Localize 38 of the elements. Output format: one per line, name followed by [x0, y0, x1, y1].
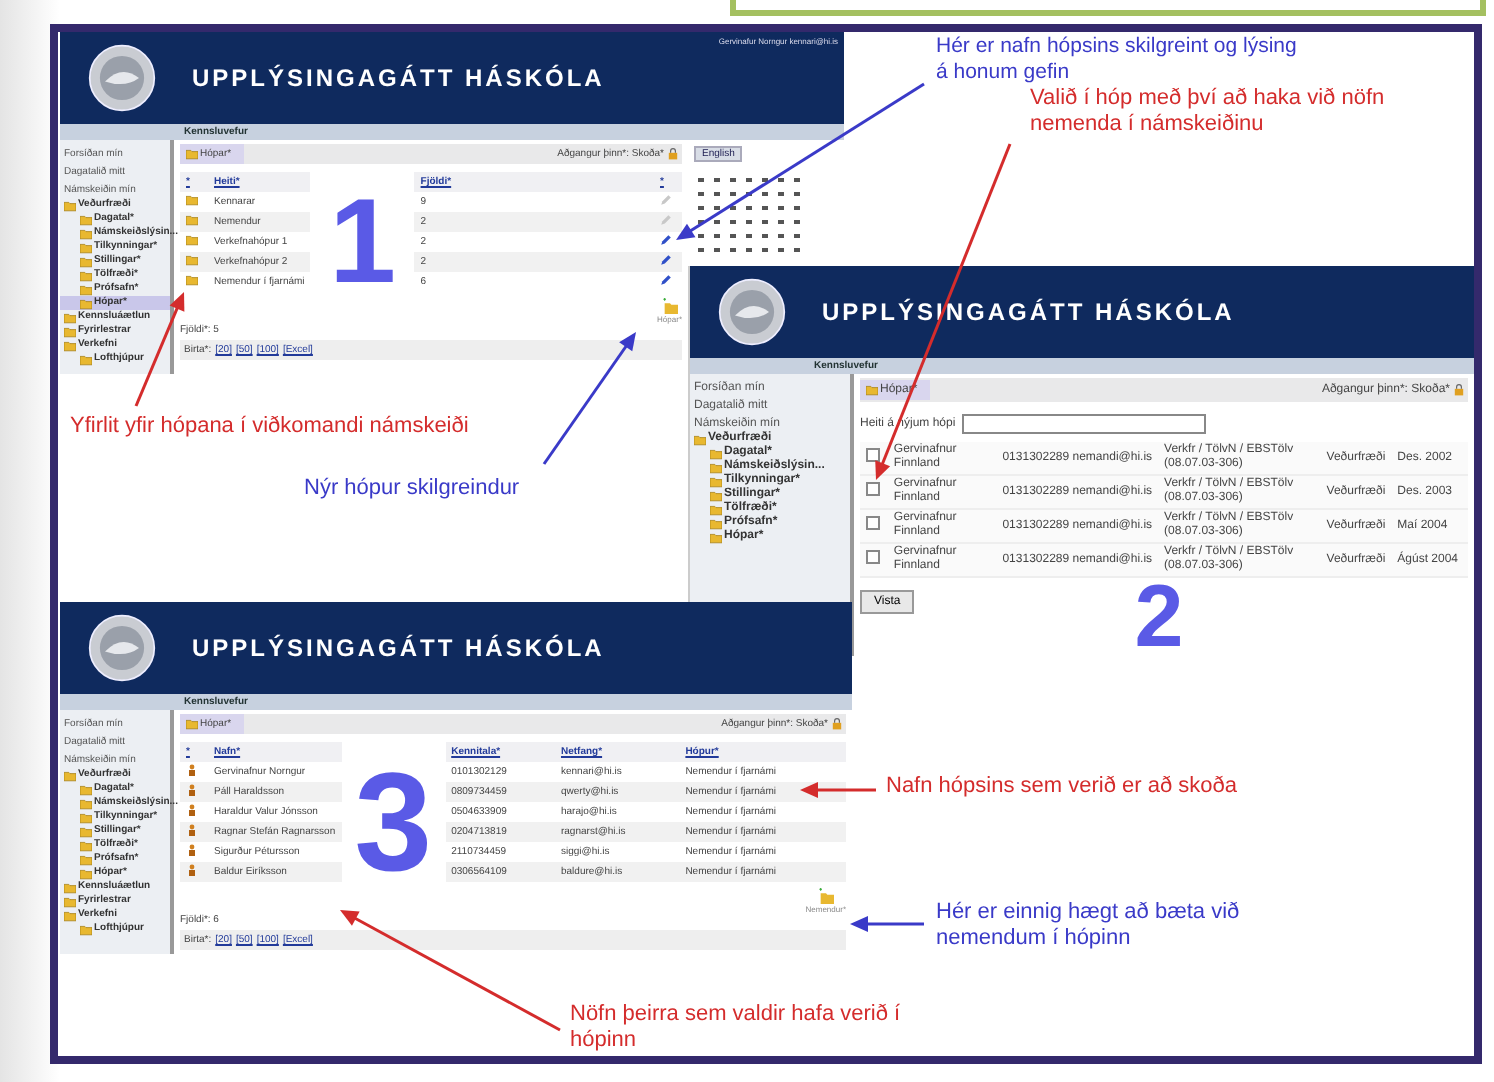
lock-icon — [668, 148, 678, 160]
checkbox[interactable] — [866, 482, 880, 496]
person-icon — [186, 844, 198, 856]
pencil-icon[interactable] — [660, 254, 672, 266]
lock-icon — [832, 718, 842, 730]
step-number: 1 — [327, 192, 398, 292]
seal-logo-icon — [88, 614, 156, 682]
folder-icon — [186, 718, 198, 730]
person-icon — [186, 824, 198, 836]
checkbox[interactable] — [866, 550, 880, 564]
arrow — [850, 916, 924, 932]
person-icon — [186, 764, 198, 776]
folder-icon — [186, 148, 198, 160]
annotation-text: Nýr hópur skilgreindur — [304, 476, 520, 502]
annotation-text: Nöfn þeirra sem valdir hafa verið í hópinn — [570, 1002, 903, 1054]
site-title: UPPLÝSINGAGÁTT HÁSKÓLA — [192, 634, 605, 662]
seal-logo-icon — [718, 278, 786, 346]
arrow — [800, 782, 876, 798]
person-icon — [186, 864, 198, 876]
arrow — [542, 332, 636, 465]
checkbox[interactable] — [866, 516, 880, 530]
input-field[interactable] — [961, 414, 1206, 434]
plus-icon — [817, 888, 834, 904]
annotation-text: Hér er einnig hægt að bæta við nemendum í hópinn — [936, 900, 1242, 952]
annotation-text: Hér er nafn hópsins skilgreint og lýsing á honum gefin — [936, 34, 1299, 86]
annotation-text: Valið í hóp með því að haka við nöfn nemenda í námskeiðinu — [1030, 86, 1387, 138]
step-number: 2 — [1134, 578, 1184, 656]
seal-logo-icon — [88, 44, 156, 112]
annotation-text: Yfirlit yfir hópana í viðkomandi námskeiði — [70, 414, 469, 440]
site-title: UPPLÝSINGAGÁTT HÁSKÓLA — [192, 64, 605, 92]
step-number: 3 — [352, 762, 435, 882]
annotation-text: Nafn hópsins sem verið er að skoða — [886, 774, 1237, 800]
plus-icon — [661, 298, 678, 314]
lock-icon — [1454, 384, 1464, 396]
checkbox[interactable] — [866, 448, 880, 462]
folder-icon — [866, 384, 878, 396]
person-icon — [186, 804, 198, 816]
person-icon — [186, 784, 198, 796]
